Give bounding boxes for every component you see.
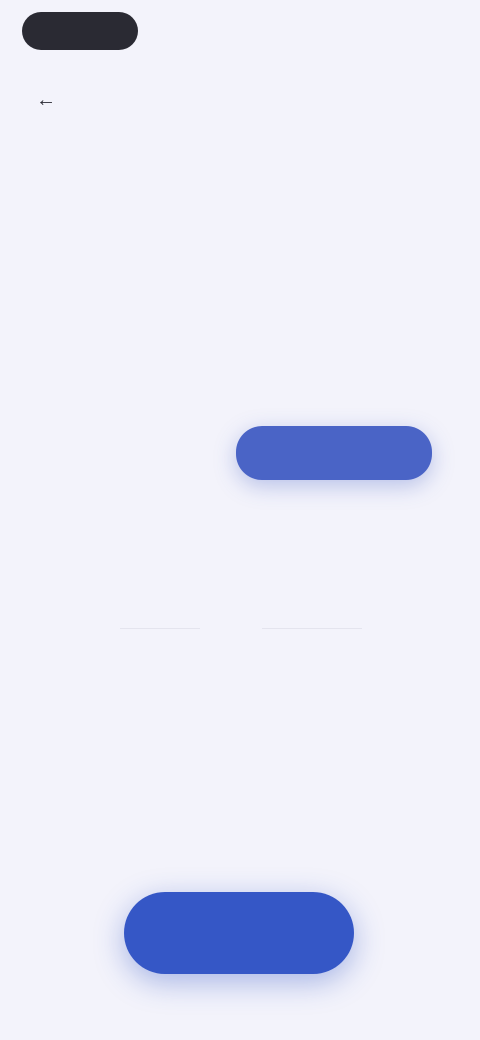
option-chip-7[interactable] — [170, 646, 314, 692]
option-chip-5[interactable] — [104, 574, 208, 620]
back-button[interactable]: ← — [30, 86, 62, 114]
option-chip-6[interactable] — [246, 574, 376, 620]
continue-button[interactable] — [124, 892, 354, 974]
option-chip-3[interactable] — [116, 502, 224, 548]
option-chip-1[interactable] — [60, 430, 208, 482]
divider — [120, 628, 200, 629]
divider — [262, 628, 362, 629]
option-chip-2-selected[interactable] — [236, 426, 432, 480]
step-indicator — [160, 90, 320, 110]
status-pill — [22, 12, 138, 50]
status-bar — [0, 0, 480, 64]
option-chip-4[interactable] — [266, 502, 366, 548]
status-right-text — [380, 18, 452, 40]
page-subtitle — [90, 226, 390, 246]
arrow-left-icon: ← — [36, 88, 56, 111]
status-center-text — [186, 18, 290, 40]
